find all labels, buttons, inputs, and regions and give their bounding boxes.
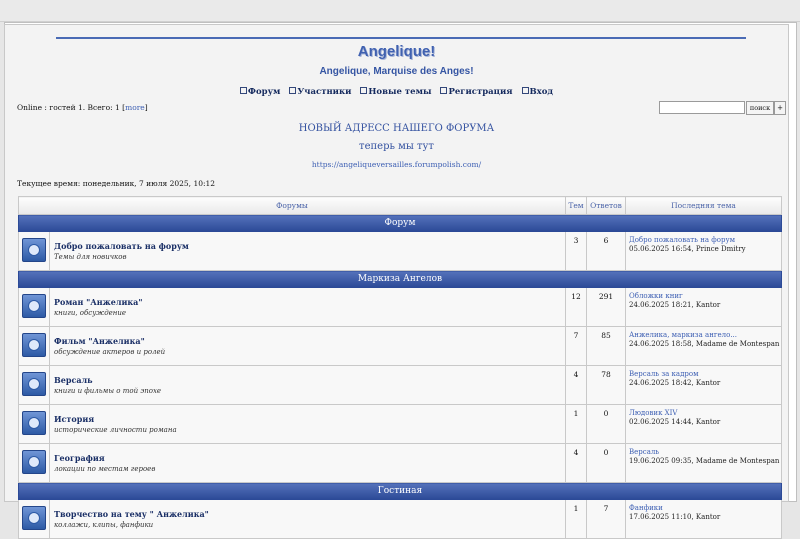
- forum-description: книги и фильмы о той эпохе: [54, 387, 162, 395]
- reply-count: 6: [586, 231, 626, 271]
- topic-count: 7: [565, 326, 587, 366]
- search-button[interactable]: поиск: [746, 101, 774, 115]
- main-nav: Форум Участники Новые темы Регистрация В…: [5, 87, 788, 97]
- forum-name[interactable]: История: [50, 414, 565, 424]
- last-topic-link[interactable]: Фанфики: [629, 504, 781, 512]
- announcement-text: теперь мы тут: [359, 141, 434, 152]
- forum-row: География локации по местам героев 4 0 Ве…: [18, 443, 782, 483]
- forum-row: Творчество на тему " Анжелика" коллажи, к…: [18, 499, 782, 539]
- last-topic-meta: 24.06.2025 18:21, Kantor: [629, 301, 721, 309]
- topic-count: 12: [565, 287, 587, 327]
- nav-bullet-icon: [289, 87, 297, 94]
- topic-count: 4: [565, 365, 587, 405]
- topic-count: 3: [565, 231, 587, 271]
- forum-icon: [22, 450, 46, 474]
- last-topic-link[interactable]: Версаль за кадром: [629, 370, 781, 378]
- reply-count: 85: [586, 326, 626, 366]
- last-topic-meta: 24.06.2025 18:58, Madame de Montespan: [629, 340, 780, 348]
- reply-count: 7: [586, 499, 626, 539]
- forum-row: Фильм "Анжелика" обсуждение актеров и рол…: [18, 326, 782, 366]
- last-topic-link[interactable]: Людовик XIV: [629, 409, 781, 417]
- last-topic-link[interactable]: Добро пожаловать на форум: [629, 236, 781, 244]
- forum-description: Темы для новичков: [54, 253, 127, 261]
- last-topic-meta: 19.06.2025 09:35, Madame de Montespan: [629, 457, 780, 465]
- header-last-topic: Последняя тема: [625, 196, 782, 215]
- forum-name[interactable]: Версаль: [50, 375, 565, 385]
- last-topic-link[interactable]: Анжелика, маркиза ангело...: [629, 331, 781, 339]
- forum-row: Версаль книги и фильмы о той эпохе 4 78 В…: [18, 365, 782, 405]
- search-input[interactable]: [659, 101, 745, 114]
- forum-icon: [22, 333, 46, 357]
- forum-description: обсуждение актеров и ролей: [54, 348, 166, 356]
- forum-row: История исторические личности романа 1 0 …: [18, 404, 782, 444]
- last-topic-meta: 24.06.2025 18:42, Kantor: [629, 379, 721, 387]
- last-topic-link[interactable]: Обложки книг: [629, 292, 781, 300]
- last-topic-meta: 17.06.2025 11:10, Kantor: [629, 513, 721, 521]
- nav-login[interactable]: Вход: [521, 87, 553, 97]
- topic-count: 1: [565, 404, 587, 444]
- forum-description: исторические личности романа: [54, 426, 177, 434]
- topic-count: 4: [565, 443, 587, 483]
- forum-name[interactable]: Добро пожаловать на форум: [50, 241, 565, 251]
- category-row: Форум: [18, 214, 782, 232]
- last-topic-link[interactable]: Версаль: [629, 448, 781, 456]
- forum-icon: [22, 372, 46, 396]
- forum-page: Angelique! Angelique, Marquise des Anges…: [4, 24, 789, 539]
- forum-name[interactable]: Фильм "Анжелика": [50, 336, 565, 346]
- reply-count: 291: [586, 287, 626, 327]
- nav-bullet-icon: [360, 87, 368, 94]
- category-row: Маркиза Ангелов: [18, 270, 782, 288]
- last-topic-meta: 05.06.2025 16:54, Prince Dmitry: [629, 245, 746, 253]
- category-name[interactable]: Маркиза Ангелов: [18, 270, 782, 288]
- forum-row: Роман "Анжелика" книги, обсуждение 12 291…: [18, 287, 782, 327]
- reply-count: 0: [586, 443, 626, 483]
- advanced-search-button[interactable]: +: [774, 101, 786, 115]
- reply-count: 0: [586, 404, 626, 444]
- category-row: Гостиная: [18, 482, 782, 500]
- current-time: Текущее время: понедельник, 7 июля 2025,…: [17, 179, 216, 188]
- header-rule: [56, 37, 746, 39]
- nav-forum[interactable]: Форум: [239, 87, 280, 97]
- header-forums: Форумы: [18, 196, 566, 215]
- forum-description: локации по местам героев: [54, 465, 156, 473]
- forum-icon: [22, 238, 46, 262]
- forum-name[interactable]: География: [50, 453, 565, 463]
- online-status: Online : гостей 1. Всего: 1 [more]: [17, 103, 148, 112]
- forum-description: коллажи, клипы, фанфики: [54, 521, 154, 529]
- online-more-link[interactable]: more: [125, 103, 145, 112]
- category-name[interactable]: Форум: [18, 214, 782, 232]
- forum-icon: [22, 294, 46, 318]
- browser-top-strip: [0, 0, 800, 22]
- nav-new-topics[interactable]: Новые темы: [360, 87, 431, 97]
- site-subtitle: Angelique, Marquise des Anges!: [319, 66, 474, 77]
- announcement-title: НОВЫЙ АДРЕСС НАШЕГО ФОРУМА: [298, 123, 495, 134]
- header-topics: Тем: [565, 196, 587, 215]
- category-name[interactable]: Гостиная: [18, 482, 782, 500]
- nav-bullet-icon: [521, 87, 529, 94]
- forum-row: Добро пожаловать на форум Темы для новичк…: [18, 231, 782, 271]
- nav-bullet-icon: [239, 87, 247, 94]
- table-header-row: Форумы Тем Ответов Последняя тема: [18, 196, 782, 215]
- forum-name[interactable]: Творчество на тему " Анжелика": [50, 509, 565, 519]
- reply-count: 78: [586, 365, 626, 405]
- forum-icon: [22, 411, 46, 435]
- nav-bullet-icon: [440, 87, 448, 94]
- header-replies: Ответов: [586, 196, 626, 215]
- forum-description: книги, обсуждение: [54, 309, 127, 317]
- topic-count: 1: [565, 499, 587, 539]
- nav-members[interactable]: Участники: [289, 87, 351, 97]
- forum-name[interactable]: Роман "Анжелика": [50, 297, 565, 307]
- nav-register[interactable]: Регистрация: [440, 87, 513, 97]
- last-topic-meta: 02.06.2025 14:44, Kantor: [629, 418, 721, 426]
- site-title[interactable]: Angelique!: [5, 43, 788, 60]
- forum-icon: [22, 506, 46, 530]
- forum-table: Форумы Тем Ответов Последняя тема Форум …: [18, 196, 782, 539]
- announcement-link[interactable]: https://angeliqueversailles.forumpolish.…: [5, 160, 788, 169]
